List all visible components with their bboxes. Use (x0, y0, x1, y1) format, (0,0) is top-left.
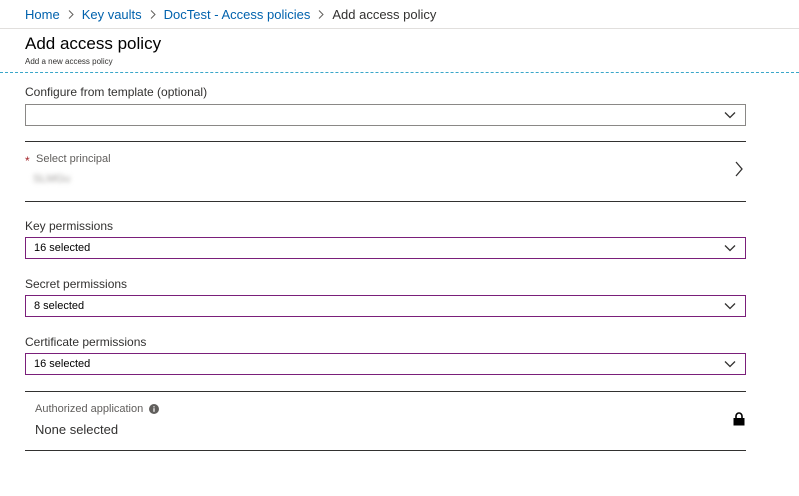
chevron-right-icon (318, 9, 325, 19)
selected-principal-value: SLMGu (33, 173, 71, 185)
secret-permissions-label: Secret permissions (25, 277, 128, 291)
certificate-permissions-label: Certificate permissions (25, 335, 147, 349)
authorized-application-value: None selected (35, 422, 119, 437)
breadcrumb-key-vaults[interactable]: Key vaults (82, 7, 142, 22)
info-icon[interactable] (149, 404, 160, 414)
key-permissions-value: 16 selected (34, 242, 91, 254)
lock-icon (733, 412, 745, 426)
template-label: Configure from template (optional) (25, 85, 208, 99)
page-header: Add access policy Add a new access polic… (0, 29, 799, 73)
authorized-application-label-wrap: Authorized application (35, 403, 160, 415)
chevron-down-icon (724, 303, 736, 310)
certificate-permissions-value: 16 selected (34, 358, 91, 370)
key-permissions-label: Key permissions (25, 219, 114, 233)
template-dropdown[interactable] (25, 104, 746, 126)
secret-permissions-value: 8 selected (34, 300, 85, 312)
breadcrumb-current: Add access policy (332, 6, 437, 22)
divider (25, 201, 746, 202)
chevron-down-icon (724, 361, 736, 368)
page-subtitle: Add a new access policy (25, 57, 113, 66)
key-permissions-dropdown[interactable]: 16 selected (25, 237, 746, 259)
breadcrumb-access-policies[interactable]: DocTest - Access policies (164, 7, 311, 22)
authorized-application-label: Authorized application (35, 403, 144, 415)
divider (25, 450, 746, 451)
breadcrumb: Home Key vaults DocTest - Access policie… (0, 0, 799, 29)
select-principal-row[interactable]: * Select principal SLMGu (25, 142, 746, 201)
chevron-right-icon (150, 9, 156, 19)
authorized-application-row: Authorized application None selected (25, 392, 746, 450)
select-principal-label: Select principal (36, 153, 111, 165)
chevron-down-icon (724, 112, 736, 119)
chevron-right-icon (735, 161, 743, 177)
required-marker: * (25, 154, 30, 168)
page-title: Add access policy (25, 34, 162, 53)
breadcrumb-home[interactable]: Home (25, 7, 60, 22)
chevron-right-icon (68, 9, 74, 19)
secret-permissions-dropdown[interactable]: 8 selected (25, 295, 746, 317)
certificate-permissions-dropdown[interactable]: 16 selected (25, 353, 746, 375)
chevron-down-icon (724, 245, 736, 252)
